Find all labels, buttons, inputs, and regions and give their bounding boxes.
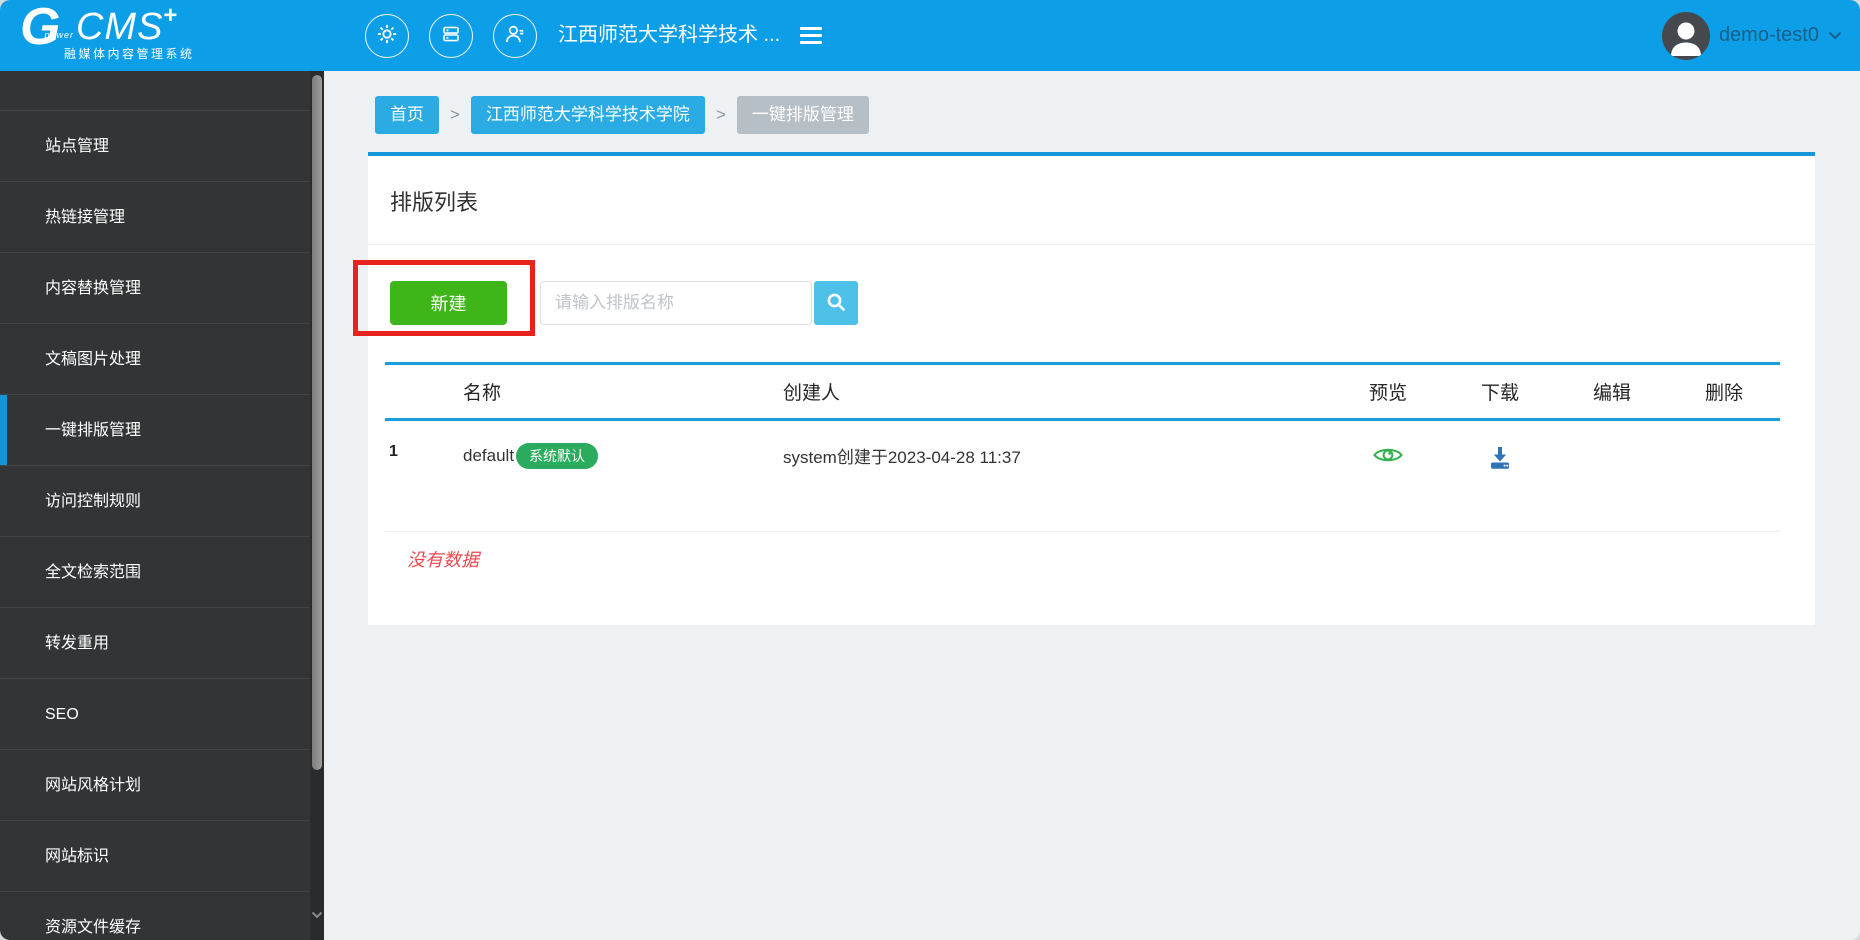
breadcrumb-home[interactable]: 首页 (375, 96, 439, 134)
logo-power: power (44, 30, 74, 40)
user-menu[interactable]: demo-test0 (1661, 0, 1842, 71)
table-row: 1 default 系统默认 system创建于2023-04-28 11:37 (385, 421, 1780, 532)
search-input[interactable] (540, 281, 812, 325)
column-name: 名称 (463, 383, 502, 404)
breadcrumb-site[interactable]: 江西师范大学科学技术学院 (470, 96, 705, 134)
logo-g: G (20, 0, 60, 56)
main-content: 首页 > 江西师范大学科学技术学院 > 一键排版管理 排版列表 新建 请输入排版… (324, 71, 1860, 940)
sidebar-item-seo[interactable]: SEO (0, 678, 310, 749)
user-list-icon (502, 21, 528, 52)
current-site-title[interactable]: 江西师范大学科学技术 ... (558, 0, 780, 71)
row-index: 1 (389, 443, 398, 460)
column-preview: 预览 (1368, 383, 1407, 404)
layout-list-card: 排版列表 新建 名称 创建人 预览 下载 (353, 152, 1815, 625)
sidebar-scrollbar (310, 71, 324, 940)
system-default-badge: 系统默认 (516, 443, 599, 469)
download-button[interactable] (1487, 445, 1513, 476)
server-stack-icon (439, 22, 463, 51)
column-delete: 删除 (1704, 383, 1743, 404)
gear-icon (374, 21, 400, 52)
sidebar-item-forward-reuse[interactable]: 转发重用 (0, 607, 310, 678)
sidebar-item-site-logo[interactable]: 网站标识 (0, 820, 310, 891)
title-divider (368, 244, 1815, 245)
sidebar-item-one-click-layout[interactable]: 一键排版管理 (0, 394, 310, 465)
sidebar: 站点管理 热链接管理 内容替换管理 文稿图片处理 一键排版管理 访问控制规则 全… (0, 71, 324, 940)
logo-plus: + (163, 2, 178, 29)
scrollbar-down-arrow-icon[interactable] (311, 906, 323, 924)
search-button[interactable] (814, 281, 858, 325)
username-label: demo-test0 (1718, 24, 1819, 46)
sidebar-item-hotlink-management[interactable]: 热链接管理 (0, 181, 310, 252)
sidebar-item-doc-image-processing[interactable]: 文稿图片处理 (0, 323, 310, 394)
chevron-down-icon (1828, 27, 1842, 45)
top-bar: G power CMS + 融媒体内容管理系统 江西师范大学科学技术 ... d… (0, 0, 1860, 71)
breadcrumb-separator: > (450, 105, 460, 124)
modules-button[interactable] (429, 14, 473, 58)
column-creator: 创建人 (783, 383, 841, 404)
breadcrumb-current-page: 一键排版管理 (736, 96, 869, 134)
sidebar-item-access-control[interactable]: 访问控制规则 (0, 465, 310, 536)
preview-button[interactable] (1372, 445, 1404, 470)
breadcrumb: 首页 > 江西师范大学科学技术学院 > 一键排版管理 (375, 96, 869, 134)
layout-table: 名称 创建人 预览 下载 编辑 删除 1 default 系统默认 system… (385, 362, 1780, 532)
brand-logo: G power CMS + 融媒体内容管理系统 (20, 0, 280, 62)
sidebar-item-content-replace[interactable]: 内容替换管理 (0, 252, 310, 323)
column-download: 下载 (1480, 383, 1519, 404)
row-name: default (463, 446, 515, 465)
avatar (1661, 11, 1710, 60)
new-button[interactable]: 新建 (390, 281, 507, 325)
hamburger-menu-icon[interactable] (800, 27, 822, 44)
table-header: 名称 创建人 预览 下载 编辑 删除 (385, 362, 1780, 421)
logo-subtitle: 融媒体内容管理系统 (64, 47, 195, 61)
settings-button[interactable] (365, 14, 409, 58)
row-creator: system创建于2023-04-28 11:37 (783, 448, 1021, 467)
column-edit: 编辑 (1592, 383, 1631, 404)
scrollbar-thumb[interactable] (312, 75, 322, 770)
sidebar-item-site-style-plan[interactable]: 网站风格计划 (0, 749, 310, 820)
no-data-text: 没有数据 (407, 550, 479, 570)
sidebar-item-resource-cache[interactable]: 资源文件缓存 (0, 891, 310, 940)
search-icon (825, 291, 847, 316)
download-icon (1487, 445, 1513, 476)
sidebar-item-fulltext-search-scope[interactable]: 全文检索范围 (0, 536, 310, 607)
breadcrumb-separator: > (715, 105, 726, 124)
account-button[interactable] (493, 14, 537, 58)
app-window: G power CMS + 融媒体内容管理系统 江西师范大学科学技术 ... d… (0, 0, 1860, 940)
eye-icon (1372, 445, 1404, 470)
logo-cms: CMS (75, 6, 164, 48)
sidebar-item-site-management[interactable]: 站点管理 (0, 110, 310, 181)
page-title: 排版列表 (390, 190, 479, 215)
